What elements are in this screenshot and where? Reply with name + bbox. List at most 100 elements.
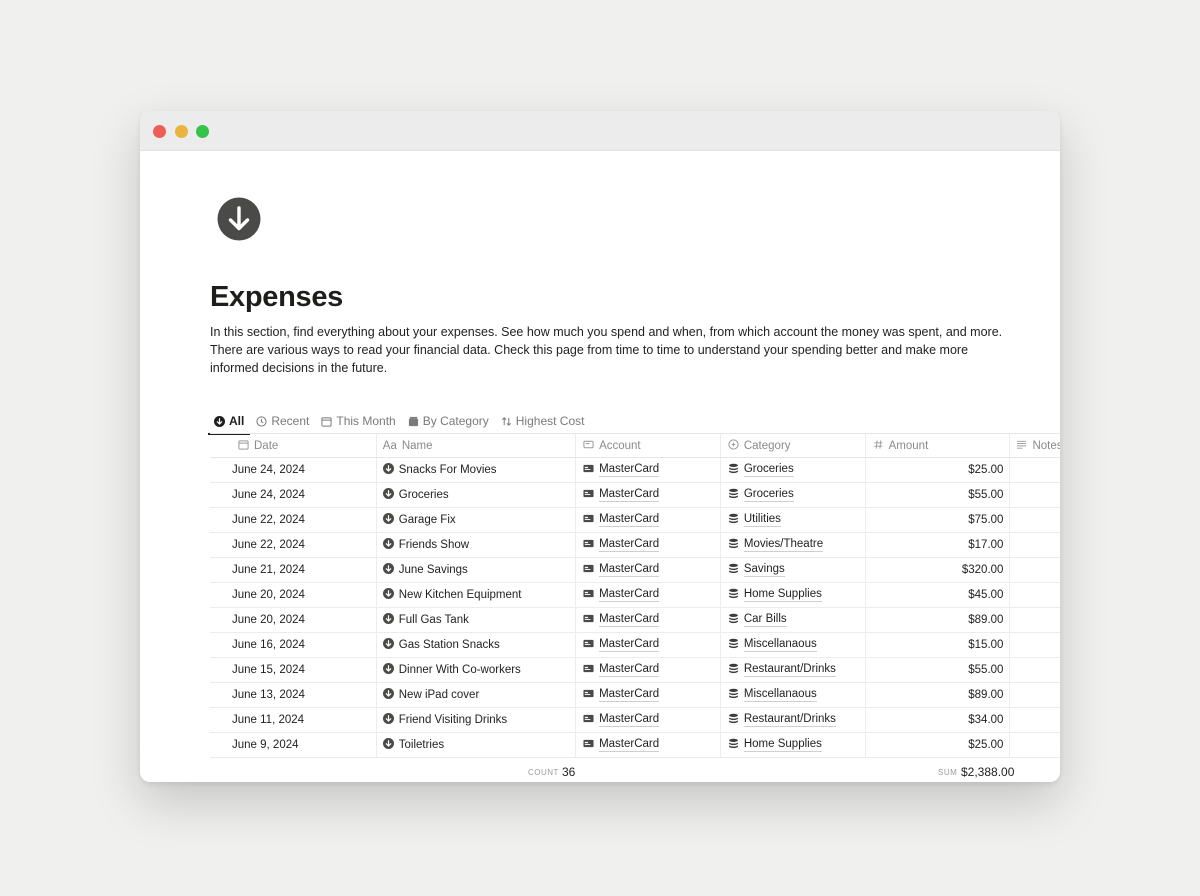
name-cell[interactable]: Groceries — [377, 483, 577, 507]
account-cell[interactable]: MasterCard — [576, 733, 721, 757]
date-cell[interactable]: June 15, 2024 — [210, 658, 377, 682]
close-window-button[interactable] — [153, 125, 166, 138]
name-cell[interactable]: June Savings — [377, 558, 577, 582]
category-value[interactable]: Utilities — [743, 513, 781, 527]
notes-cell[interactable] — [1010, 733, 1060, 757]
notes-cell[interactable] — [1010, 508, 1060, 532]
account-cell[interactable]: MasterCard — [576, 608, 721, 632]
account-value[interactable]: MasterCard — [599, 538, 660, 552]
column-header-name[interactable]: Aa Name — [377, 434, 577, 457]
date-cell[interactable]: June 24, 2024 — [210, 483, 377, 507]
account-cell[interactable]: MasterCard — [576, 558, 721, 582]
notes-cell[interactable] — [1010, 583, 1060, 607]
tab-highest-cost[interactable]: Highest Cost — [495, 409, 591, 433]
notes-cell[interactable] — [1010, 558, 1060, 582]
account-cell[interactable]: MasterCard — [576, 708, 721, 732]
category-value[interactable]: Groceries — [743, 488, 794, 502]
table-row[interactable]: June 20, 2024 New Kitchen Equipment Mast… — [210, 583, 1060, 608]
amount-cell[interactable]: $89.00 — [866, 608, 1011, 632]
account-value[interactable]: MasterCard — [599, 613, 660, 627]
category-value[interactable]: Movies/Theatre — [743, 538, 824, 552]
amount-cell[interactable]: $25.00 — [866, 733, 1011, 757]
category-cell[interactable]: Car Bills — [721, 608, 866, 632]
count-value[interactable]: 36 — [562, 765, 575, 779]
category-cell[interactable]: Savings — [721, 558, 866, 582]
account-cell[interactable]: MasterCard — [576, 458, 721, 482]
name-cell[interactable]: Gas Station Snacks — [377, 633, 577, 657]
category-cell[interactable]: Home Supplies — [721, 733, 866, 757]
minimize-window-button[interactable] — [175, 125, 188, 138]
tab-all[interactable]: All — [208, 409, 251, 435]
notes-cell[interactable] — [1010, 533, 1060, 557]
category-value[interactable]: Restaurant/Drinks — [743, 663, 836, 677]
column-header-account[interactable]: Account — [576, 434, 721, 457]
account-value[interactable]: MasterCard — [599, 738, 660, 752]
account-value[interactable]: MasterCard — [599, 563, 660, 577]
notes-cell[interactable] — [1010, 458, 1060, 482]
amount-cell[interactable]: $75.00 — [866, 508, 1011, 532]
amount-cell[interactable]: $15.00 — [866, 633, 1011, 657]
name-cell[interactable]: Full Gas Tank — [377, 608, 577, 632]
notes-cell[interactable] — [1010, 633, 1060, 657]
account-cell[interactable]: MasterCard — [576, 683, 721, 707]
account-value[interactable]: MasterCard — [599, 713, 660, 727]
date-cell[interactable]: June 22, 2024 — [210, 533, 377, 557]
maximize-window-button[interactable] — [196, 125, 209, 138]
table-row[interactable]: June 15, 2024 Dinner With Co-workers Mas… — [210, 658, 1060, 683]
account-value[interactable]: MasterCard — [599, 513, 660, 527]
name-cell[interactable]: Snacks For Movies — [377, 458, 577, 482]
account-cell[interactable]: MasterCard — [576, 483, 721, 507]
amount-cell[interactable]: $34.00 — [866, 708, 1011, 732]
column-header-amount[interactable]: Amount — [866, 434, 1011, 457]
table-row[interactable]: June 22, 2024 Friends Show MasterCard Mo… — [210, 533, 1060, 558]
date-cell[interactable]: June 13, 2024 — [210, 683, 377, 707]
table-row[interactable]: June 16, 2024 Gas Station Snacks MasterC… — [210, 633, 1060, 658]
date-cell[interactable]: June 20, 2024 — [210, 608, 377, 632]
arrow-down-circle-icon[interactable] — [217, 197, 261, 241]
tab-this-month[interactable]: This Month — [315, 409, 401, 433]
category-cell[interactable]: Utilities — [721, 508, 866, 532]
account-cell[interactable]: MasterCard — [576, 508, 721, 532]
account-value[interactable]: MasterCard — [599, 463, 660, 477]
account-value[interactable]: MasterCard — [599, 638, 660, 652]
category-value[interactable]: Miscellanaous — [743, 638, 817, 652]
account-cell[interactable]: MasterCard — [576, 633, 721, 657]
amount-cell[interactable]: $55.00 — [866, 658, 1011, 682]
date-cell[interactable]: June 11, 2024 — [210, 708, 377, 732]
category-value[interactable]: Home Supplies — [743, 588, 822, 602]
account-value[interactable]: MasterCard — [599, 588, 660, 602]
table-row[interactable]: June 20, 2024 Full Gas Tank MasterCard C… — [210, 608, 1060, 633]
category-cell[interactable]: Miscellanaous — [721, 633, 866, 657]
table-row[interactable]: June 13, 2024 New iPad cover MasterCard … — [210, 683, 1060, 708]
amount-cell[interactable]: $25.00 — [866, 458, 1011, 482]
date-cell[interactable]: June 24, 2024 — [210, 458, 377, 482]
account-value[interactable]: MasterCard — [599, 488, 660, 502]
category-value[interactable]: Savings — [743, 563, 785, 577]
notes-cell[interactable] — [1010, 708, 1060, 732]
category-cell[interactable]: Restaurant/Drinks — [721, 658, 866, 682]
name-cell[interactable]: Friends Show — [377, 533, 577, 557]
account-cell[interactable]: MasterCard — [576, 583, 721, 607]
name-cell[interactable]: Friend Visiting Drinks — [377, 708, 577, 732]
date-cell[interactable]: June 9, 2024 — [210, 733, 377, 757]
table-row[interactable]: June 21, 2024 June Savings MasterCard Sa… — [210, 558, 1060, 583]
category-value[interactable]: Groceries — [743, 463, 794, 477]
notes-cell[interactable] — [1010, 608, 1060, 632]
amount-cell[interactable]: $320.00 — [866, 558, 1011, 582]
name-cell[interactable]: Garage Fix — [377, 508, 577, 532]
category-value[interactable]: Restaurant/Drinks — [743, 713, 836, 727]
category-cell[interactable]: Restaurant/Drinks — [721, 708, 866, 732]
date-cell[interactable]: June 20, 2024 — [210, 583, 377, 607]
name-cell[interactable]: New Kitchen Equipment — [377, 583, 577, 607]
table-row[interactable]: June 24, 2024 Groceries MasterCard Groce… — [210, 483, 1060, 508]
amount-cell[interactable]: $45.00 — [866, 583, 1011, 607]
column-header-notes[interactable]: Notes — [1010, 434, 1060, 457]
name-cell[interactable]: New iPad cover — [377, 683, 577, 707]
category-cell[interactable]: Home Supplies — [721, 583, 866, 607]
category-cell[interactable]: Groceries — [721, 458, 866, 482]
name-cell[interactable]: Dinner With Co-workers — [377, 658, 577, 682]
notes-cell[interactable] — [1010, 483, 1060, 507]
date-cell[interactable]: June 22, 2024 — [210, 508, 377, 532]
column-header-date[interactable]: Date — [210, 434, 377, 457]
account-value[interactable]: MasterCard — [599, 663, 660, 677]
